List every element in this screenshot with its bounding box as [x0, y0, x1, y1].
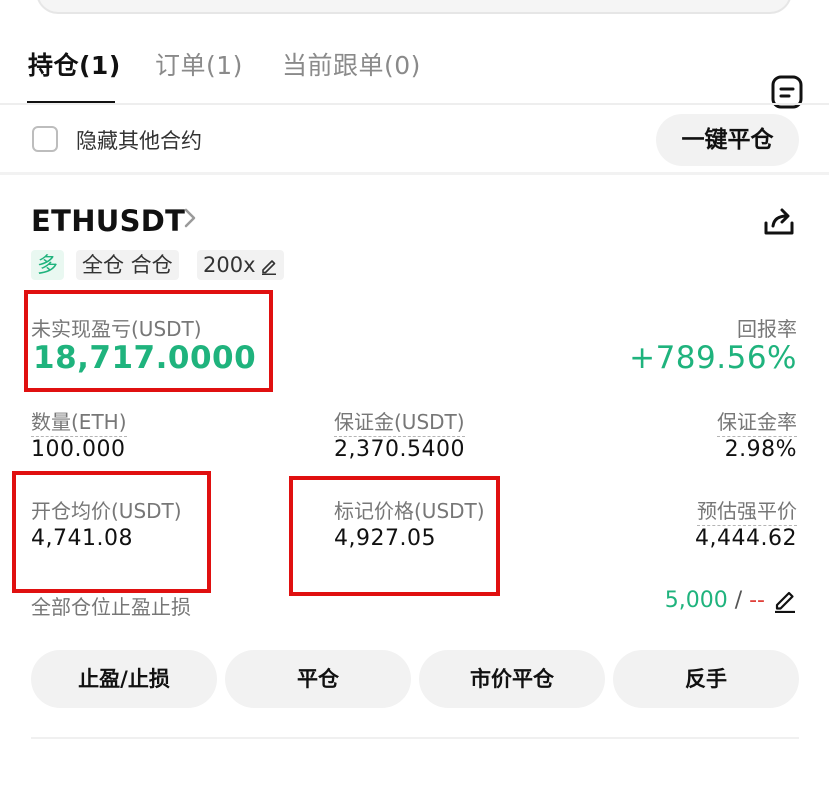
- hide-other-row: 隐藏其他合约 一键平仓: [0, 108, 829, 170]
- margin-ratio-value: 2.98%: [724, 437, 797, 462]
- margin-mode-tag: 全仓 合仓: [76, 250, 179, 280]
- edit-icon[interactable]: [260, 257, 278, 275]
- edit-icon[interactable]: [772, 587, 798, 613]
- highlight-box-pnl: [24, 290, 273, 392]
- roe-label: 回报率: [737, 317, 797, 341]
- hide-other-label: 隐藏其他合约: [76, 129, 202, 153]
- tpsl-values: 5,000 / --: [665, 588, 765, 613]
- highlight-box-entry-price: [12, 471, 211, 593]
- position-symbol[interactable]: ETHUSDT: [31, 204, 185, 238]
- search-bar-edge[interactable]: [36, 0, 792, 14]
- tp-sl-button[interactable]: 止盈/止损: [31, 650, 217, 708]
- take-profit-value: 5,000: [664, 588, 728, 613]
- leverage-value: 200x: [203, 253, 256, 277]
- close-all-button[interactable]: 一键平仓: [656, 114, 799, 166]
- tab-orders[interactable]: 订单(1): [155, 46, 243, 82]
- share-icon[interactable]: [762, 206, 796, 238]
- reverse-position-button[interactable]: 反手: [613, 650, 799, 708]
- margin-label[interactable]: 保证金(USDT): [334, 406, 465, 437]
- hide-other-checkbox[interactable]: [32, 126, 58, 152]
- market-close-button[interactable]: 市价平仓: [419, 650, 605, 708]
- liquidation-price-label[interactable]: 预估强平价: [697, 495, 797, 526]
- margin-ratio-label[interactable]: 保证金率: [717, 406, 797, 437]
- tab-copy-trading[interactable]: 当前跟单(0): [282, 46, 421, 82]
- tab-positions[interactable]: 持仓(1): [28, 46, 121, 82]
- close-position-button[interactable]: 平仓: [225, 650, 411, 708]
- quantity-label[interactable]: 数量(ETH): [31, 406, 127, 437]
- roe-value: +789.56%: [629, 340, 797, 376]
- quantity-value: 100.000: [31, 437, 126, 462]
- side-tag: 多: [31, 250, 64, 280]
- chevron-right-icon[interactable]: [182, 206, 198, 230]
- tpsl-separator: /: [734, 588, 743, 613]
- tpsl-label: 全部仓位止盈止损: [31, 595, 191, 619]
- margin-value: 2,370.5400: [334, 437, 465, 462]
- bottom-divider: [31, 737, 799, 739]
- liquidation-price-value: 4,444.62: [695, 526, 797, 551]
- highlight-box-mark-price: [289, 476, 500, 596]
- tabs-divider: [0, 103, 829, 105]
- leverage-tag[interactable]: 200x: [197, 250, 284, 280]
- stop-loss-value: --: [749, 588, 765, 613]
- section-divider: [0, 172, 829, 175]
- position-tabs: 持仓(1) 订单(1) 当前跟单(0): [0, 38, 829, 109]
